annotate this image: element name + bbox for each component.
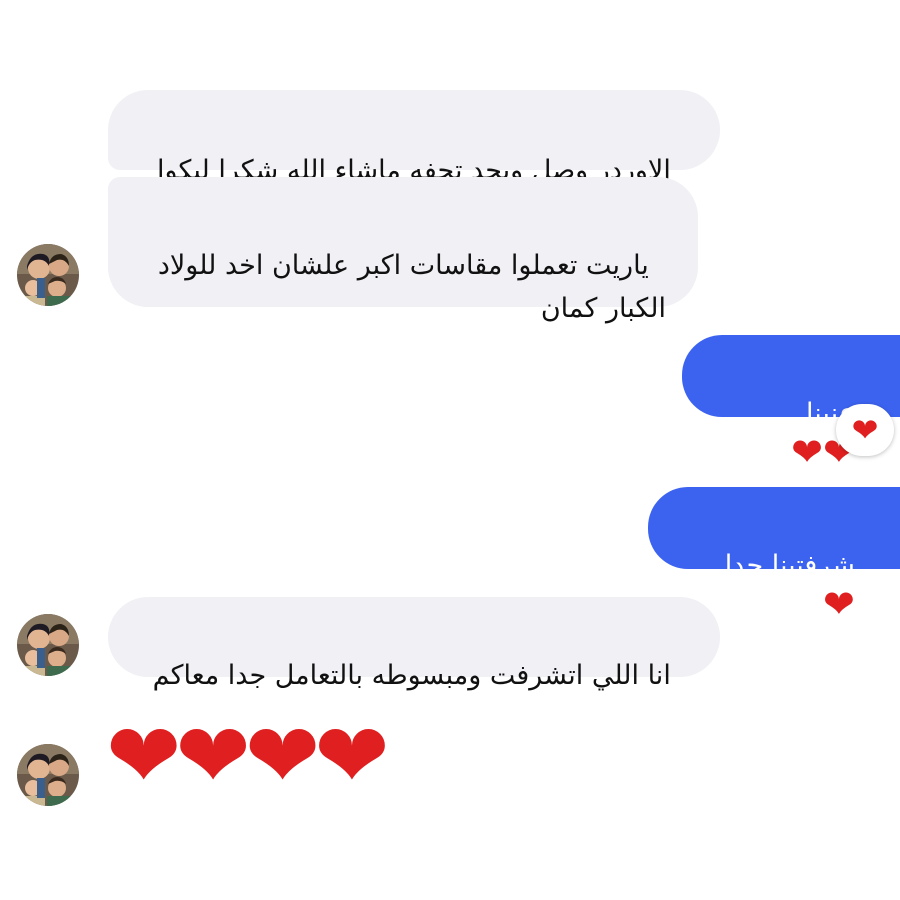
heart-icon: ❤❤❤❤: [106, 704, 390, 809]
cartoon-family-avatar-icon: [17, 614, 79, 676]
outgoing-message-bubble[interactable]: شرفتينا جدا ❤: [648, 487, 900, 623]
incoming-message-bubble[interactable]: ياريت تعملوا مقاسات اكبر علشان اخد للولا…: [108, 177, 698, 324]
heart-icon: ❤: [822, 582, 855, 627]
emoji-message[interactable]: ❤❤❤❤: [106, 704, 390, 809]
message-text: ياريت تعملوا مقاسات اكبر علشان اخد للولا…: [157, 250, 666, 325]
contact-avatar[interactable]: [17, 744, 79, 806]
message-text: انا اللي اتشرفت ومبسوطه بالتعامل جدا معا…: [152, 660, 671, 692]
cartoon-family-avatar-icon: [17, 744, 79, 806]
cartoon-family-avatar-icon: [17, 244, 79, 306]
contact-avatar[interactable]: [17, 614, 79, 676]
incoming-message-bubble[interactable]: انا اللي اتشرفت ومبسوطه بالتعامل جدا معا…: [108, 597, 720, 691]
contact-avatar[interactable]: [17, 244, 79, 306]
message-text: شرفتينا جدا: [724, 550, 855, 582]
heart-icon: ❤: [851, 411, 879, 449]
message-reaction[interactable]: ❤: [836, 404, 894, 456]
incoming-message-bubble[interactable]: الاوردر وصل وبجد تحفه ماشاء الله شكرا لي…: [108, 90, 720, 186]
